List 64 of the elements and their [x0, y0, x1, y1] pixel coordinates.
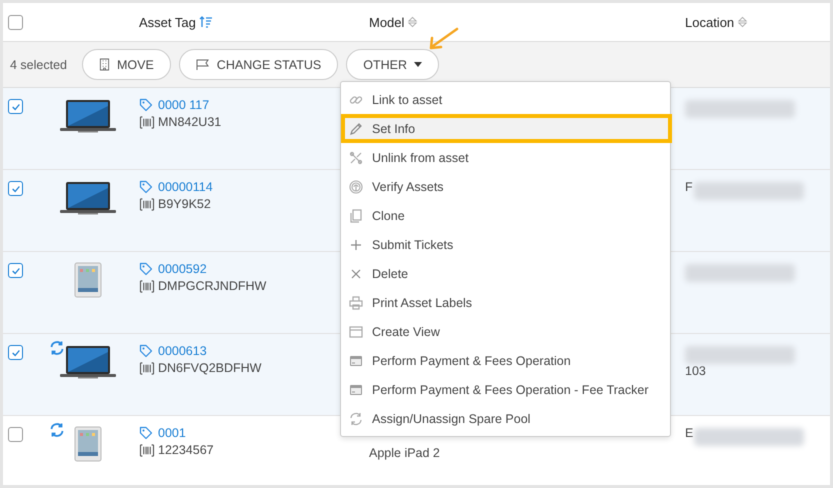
checkbox[interactable]	[8, 99, 23, 114]
close-icon	[349, 266, 363, 280]
checkbox[interactable]	[8, 14, 23, 30]
column-header[interactable]: Model	[369, 14, 404, 30]
barcode-icon	[139, 280, 155, 292]
fingerprint-icon	[349, 180, 363, 194]
checkbox[interactable]	[8, 181, 23, 196]
column-header[interactable]: Asset Tag	[139, 14, 196, 30]
serial-number: DMPGCRJNDFHW	[158, 279, 266, 293]
location-text: F	[685, 180, 693, 194]
column-header[interactable]: Location	[685, 14, 734, 30]
check-icon	[10, 102, 20, 112]
menu-item[interactable]: Print Asset Labels	[341, 288, 670, 317]
tag-icon	[139, 262, 153, 276]
asset-tag-link[interactable]: 0000592	[139, 262, 363, 276]
checkbox[interactable]	[8, 345, 23, 360]
serial-number: B9Y9K52	[158, 197, 211, 211]
menu-item[interactable]: Unlink from asset	[341, 143, 670, 172]
action-button[interactable]: MOVE	[82, 49, 171, 80]
edit-icon	[349, 122, 363, 136]
unlink-icon	[349, 150, 363, 164]
model-name: Apple iPad 2	[369, 446, 440, 460]
menu-item[interactable]: Perform Payment & Fees Operation - Fee Tracker	[341, 375, 670, 404]
flag-icon	[196, 58, 210, 70]
checkbox[interactable]	[8, 427, 23, 442]
tag-icon	[139, 426, 153, 440]
menu-item[interactable]: Set Info	[341, 114, 672, 143]
asset-tag-link[interactable]: 0000 117	[139, 98, 363, 112]
selection-count: 4 selected	[10, 58, 67, 72]
location-text: 103	[685, 364, 706, 378]
barcode-icon	[139, 444, 155, 456]
checkbox[interactable]	[8, 263, 23, 278]
action-button[interactable]: CHANGE STATUS	[178, 49, 338, 80]
check-icon	[10, 348, 20, 358]
menu-item[interactable]: Create View	[341, 317, 670, 346]
check-icon	[10, 266, 20, 276]
serial-number: MN842U31	[158, 115, 222, 129]
annotation-arrow	[427, 27, 459, 51]
copy-icon	[349, 208, 363, 222]
location-text: E	[685, 426, 694, 440]
building-icon	[98, 58, 110, 71]
sort-icon[interactable]	[737, 15, 748, 29]
tag-icon	[139, 180, 153, 194]
menu-item[interactable]: Submit Tickets	[341, 230, 670, 259]
barcode-icon	[139, 362, 155, 374]
serial-number: 12234567	[158, 443, 214, 457]
serial-number: DN6FVQ2BDFHW	[158, 361, 262, 375]
tag-icon	[139, 344, 153, 358]
window-icon	[349, 324, 363, 338]
check-icon	[10, 184, 20, 194]
tag-icon	[139, 98, 153, 112]
dropdown-button[interactable]: OTHER	[346, 49, 439, 80]
menu-item[interactable]: Clone	[341, 201, 670, 230]
barcode-icon	[139, 198, 155, 210]
card-icon	[349, 354, 363, 368]
caret-icon	[414, 62, 422, 67]
card-icon	[349, 382, 363, 396]
printer-icon	[349, 296, 363, 310]
sort-icon[interactable]	[407, 15, 418, 29]
barcode-icon	[139, 116, 155, 128]
asset-tag-link[interactable]: 00000114	[139, 180, 363, 194]
plus-icon	[349, 238, 363, 252]
sort-ascending-icon[interactable]	[198, 15, 213, 29]
refresh-icon	[349, 412, 363, 426]
